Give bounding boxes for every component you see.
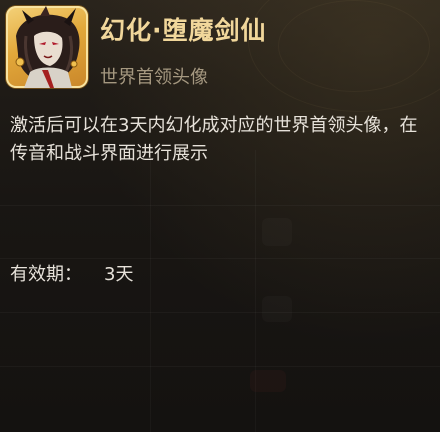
background-divider bbox=[0, 205, 440, 206]
background-ornament bbox=[278, 0, 430, 92]
validity-value: 3天 bbox=[104, 264, 134, 285]
background-shape bbox=[250, 370, 286, 392]
background-divider bbox=[150, 150, 151, 432]
background-divider bbox=[0, 258, 440, 259]
item-description: 激活后可以在3天内幻化成对应的世界首领头像，在传音和战斗界面进行展示 bbox=[10, 115, 418, 164]
validity-row: 有效期： 3天 bbox=[10, 260, 133, 286]
background-divider bbox=[0, 366, 440, 367]
item-title: 幻化·堕魔剑仙 bbox=[100, 16, 267, 45]
item-tooltip-panel: 幻化·堕魔剑仙 世界首领头像 激活后可以在3天内幻化成对应的世界首领头像，在传音… bbox=[0, 0, 440, 432]
item-category: 世界首领头像 bbox=[100, 67, 208, 88]
background-shape bbox=[262, 218, 292, 246]
background-shape bbox=[262, 296, 292, 322]
boss-portrait-icon bbox=[6, 6, 88, 88]
background-divider bbox=[0, 312, 440, 313]
validity-label: 有效期： bbox=[10, 264, 82, 285]
